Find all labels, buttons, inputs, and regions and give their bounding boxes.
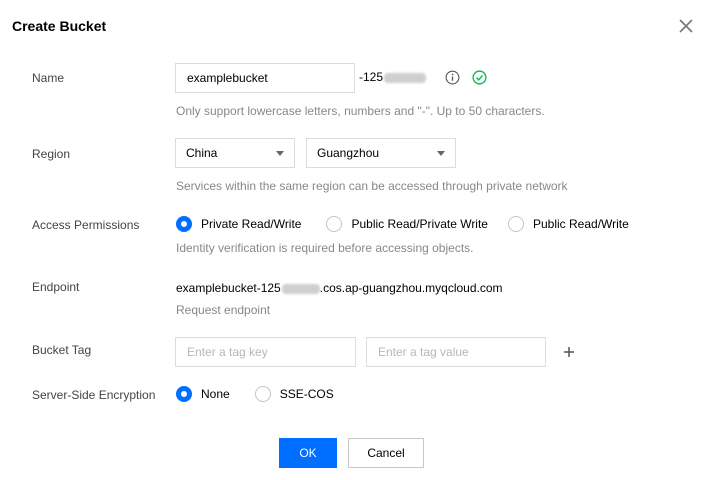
endpoint-suffix: .cos.ap-guangzhou.myqcloud.com [319, 281, 503, 295]
encryption-radio-group: None SSE-COS [176, 386, 334, 402]
access-option-label: Public Read/Private Write [351, 217, 488, 231]
create-bucket-dialog: Create Bucket Name -125 Only support low… [0, 0, 708, 480]
endpoint-value: examplebucket-125 .cos.ap-guangzhou.myqcl… [176, 281, 503, 295]
encryption-option-sse-cos[interactable]: SSE-COS [254, 386, 334, 402]
encryption-option-label: SSE-COS [279, 387, 334, 401]
radio-checked-icon [176, 216, 192, 232]
endpoint-label: Endpoint [32, 280, 80, 294]
region-city-select[interactable]: Guangzhou [306, 138, 456, 168]
access-option-public-read[interactable]: Public Read/Private Write [326, 216, 488, 232]
redacted-app-id [384, 72, 427, 83]
encryption-option-label: None [201, 387, 230, 401]
encryption-label: Server-Side Encryption [32, 388, 156, 402]
encryption-option-none[interactable]: None [176, 386, 230, 402]
dialog-title: Create Bucket [12, 18, 107, 34]
access-option-public-read-write[interactable]: Public Read/Write [507, 216, 629, 232]
bucket-name-input[interactable] [175, 63, 355, 93]
region-city-value: Guangzhou [317, 146, 380, 160]
access-label: Access Permissions [32, 218, 140, 232]
region-label: Region [32, 147, 71, 161]
endpoint-hint: Request endpoint [176, 303, 271, 317]
radio-unchecked-icon [326, 216, 343, 232]
name-label: Name [32, 71, 65, 85]
cancel-button[interactable]: Cancel [348, 438, 424, 468]
region-country-select[interactable]: China [175, 138, 295, 168]
redacted-app-id [281, 283, 320, 294]
radio-unchecked-icon [507, 216, 524, 232]
ok-button[interactable]: OK [279, 438, 337, 468]
tag-key-input[interactable] [175, 337, 356, 367]
access-option-label: Private Read/Write [201, 217, 302, 231]
chevron-down-icon [437, 151, 445, 156]
region-hint: Services within the same region can be a… [176, 179, 568, 193]
chevron-down-icon [276, 151, 284, 156]
radio-unchecked-icon [254, 386, 271, 402]
region-country-value: China [186, 146, 218, 160]
access-hint: Identity verification is required before… [176, 241, 474, 255]
name-hint: Only support lowercase letters, numbers … [176, 104, 545, 118]
close-icon[interactable] [676, 16, 696, 36]
tag-value-input[interactable] [366, 337, 546, 367]
check-circle-icon [472, 70, 487, 85]
endpoint-prefix: examplebucket-125 [176, 281, 281, 295]
access-radio-group: Private Read/Write Public Read/Private W… [176, 216, 629, 232]
access-option-private[interactable]: Private Read/Write [176, 216, 301, 232]
tag-label: Bucket Tag [32, 343, 92, 357]
radio-checked-icon [176, 386, 192, 402]
plus-icon[interactable] [561, 344, 577, 360]
access-option-label: Public Read/Write [532, 217, 629, 231]
bucket-name-suffix-text: -125 [359, 70, 384, 84]
info-icon[interactable] [445, 70, 460, 85]
bucket-name-suffix: -125 [359, 70, 427, 84]
